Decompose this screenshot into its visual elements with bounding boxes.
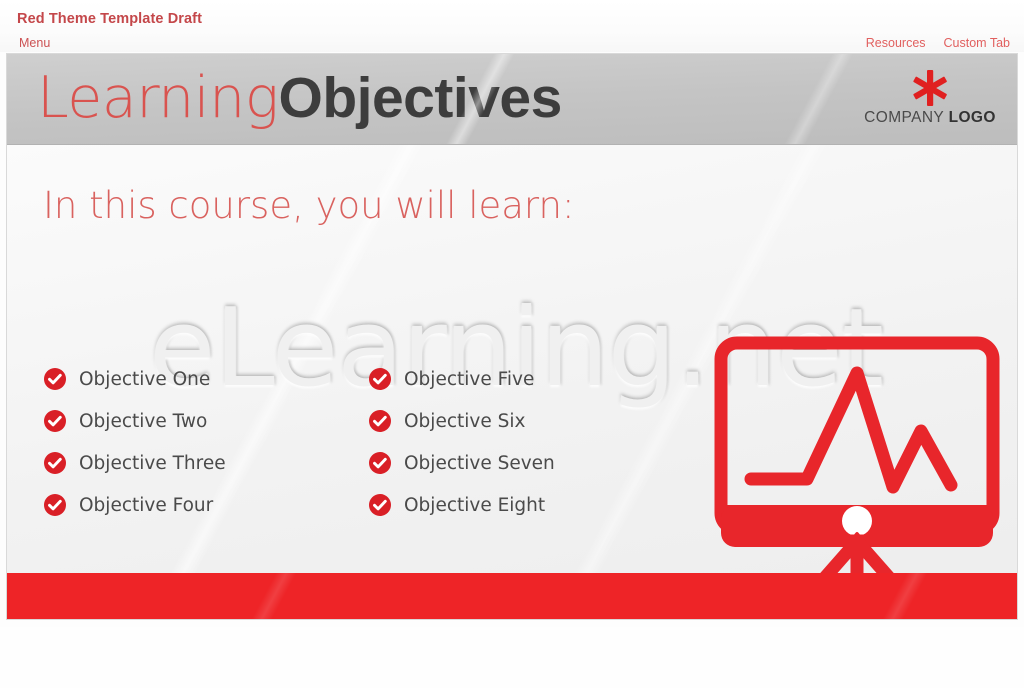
slide-title: LearningObjectives <box>37 66 562 130</box>
check-circle-icon <box>369 410 391 432</box>
check-circle-icon <box>369 494 391 516</box>
slide-title-bold: Objectives <box>278 66 562 130</box>
objective-label: Objective Four <box>79 494 214 516</box>
list-item: Objective Four <box>43 484 226 526</box>
nav-link-resources[interactable]: Resources <box>866 36 926 50</box>
objective-label: Objective Six <box>404 410 526 432</box>
list-item: Objective Six <box>368 400 555 442</box>
company-logo: COMPANY LOGO <box>855 68 1005 127</box>
list-item: Objective Five <box>368 358 555 400</box>
objective-label: Objective One <box>79 368 211 390</box>
list-item: Objective Eight <box>368 484 555 526</box>
player-topbar: Red Theme Template Draft Menu Resources … <box>0 0 1024 52</box>
player-controls: ‹ PREV NEXT › <box>0 627 1024 688</box>
list-item: Objective Seven <box>368 442 555 484</box>
list-item: Objective One <box>43 358 226 400</box>
objective-label: Objective Five <box>404 368 535 390</box>
slide-header: LearningObjectives COMPANY LOGO <box>7 54 1017 145</box>
slide-subheading: In this course, you will learn: <box>43 184 575 227</box>
topbar-nav-links: Resources Custom Tab <box>866 36 1010 50</box>
objectives-column-left: Objective One Objective Two Objective Th… <box>43 358 226 526</box>
objectives-column-right: Objective Five Objective Six Objective S… <box>368 358 555 526</box>
nav-link-custom-tab[interactable]: Custom Tab <box>944 36 1010 50</box>
check-circle-icon <box>369 452 391 474</box>
check-circle-icon <box>369 368 391 390</box>
menu-button[interactable]: Menu <box>19 36 50 50</box>
check-circle-icon <box>44 452 66 474</box>
slide-stage: LearningObjectives COMPANY LOGO In this … <box>6 53 1018 620</box>
objective-label: Objective Eight <box>404 494 546 516</box>
slide-body: In this course, you will learn: eLearnin… <box>7 145 1017 619</box>
list-item: Objective Two <box>43 400 226 442</box>
asterisk-starburst-icon <box>913 70 947 106</box>
objective-label: Objective Seven <box>404 452 555 474</box>
objective-label: Objective Three <box>79 452 226 474</box>
check-circle-icon <box>44 368 66 390</box>
company-logo-text: COMPANY LOGO <box>855 109 1005 127</box>
course-player: Red Theme Template Draft Menu Resources … <box>0 0 1024 688</box>
objective-label: Objective Two <box>79 410 208 432</box>
logo-text-light: COMPANY <box>864 109 944 126</box>
course-title: Red Theme Template Draft <box>17 11 203 27</box>
check-circle-icon <box>44 410 66 432</box>
logo-text-bold: LOGO <box>948 109 996 126</box>
slide-title-light: Learning <box>37 65 279 131</box>
list-item: Objective Three <box>43 442 226 484</box>
slide-footer-band <box>7 573 1017 619</box>
check-circle-icon <box>44 494 66 516</box>
